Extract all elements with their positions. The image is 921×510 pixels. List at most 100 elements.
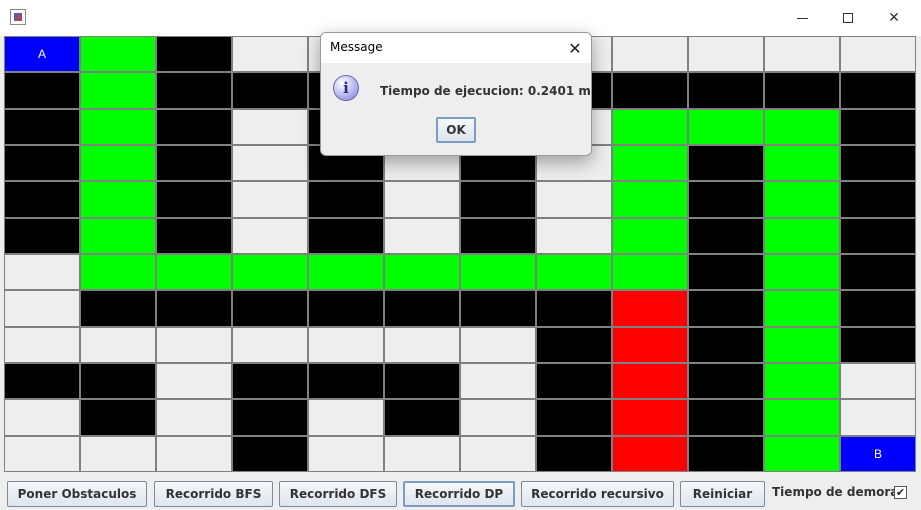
grid-cell[interactable] [384, 217, 460, 254]
grid-cell[interactable] [612, 72, 688, 109]
grid-cell[interactable] [80, 362, 156, 400]
grid-cell[interactable] [156, 253, 232, 291]
grid-cell[interactable] [612, 435, 688, 472]
grid-cell[interactable] [688, 253, 764, 291]
grid-cell[interactable] [384, 290, 460, 327]
grid-cell[interactable] [384, 326, 460, 363]
grid-cell[interactable] [764, 290, 840, 327]
grid-cell[interactable] [764, 435, 840, 472]
grid-cell[interactable] [384, 399, 460, 436]
grid-cell[interactable] [156, 144, 232, 182]
grid-cell[interactable] [612, 362, 688, 400]
grid-cell[interactable] [4, 435, 80, 472]
grid-cell[interactable] [612, 144, 688, 182]
grid-cell[interactable] [764, 144, 840, 182]
grid-cell[interactable] [764, 399, 840, 436]
grid-cell[interactable] [840, 253, 916, 291]
grid-cell[interactable] [80, 72, 156, 109]
grid-cell[interactable] [460, 181, 536, 218]
grid-cell[interactable] [156, 108, 232, 145]
grid-cell[interactable] [460, 435, 536, 472]
grid-cell[interactable] [840, 144, 916, 182]
grid-cell[interactable] [4, 72, 80, 109]
grid-cell[interactable] [764, 253, 840, 291]
grid-cell[interactable] [232, 253, 308, 291]
grid-cell[interactable] [612, 217, 688, 254]
grid-cell[interactable] [308, 399, 384, 436]
grid-cell[interactable] [308, 326, 384, 363]
grid-cell[interactable] [232, 435, 308, 472]
grid-cell[interactable] [308, 290, 384, 327]
dp-button[interactable]: Recorrido DP [403, 481, 515, 507]
cell-b-marker[interactable]: B [840, 435, 916, 472]
grid-cell[interactable] [612, 253, 688, 291]
grid-cell[interactable] [612, 399, 688, 436]
grid-cell[interactable] [4, 217, 80, 254]
grid-cell[interactable] [232, 181, 308, 218]
grid-cell[interactable] [4, 253, 80, 291]
grid-cell[interactable] [840, 72, 916, 109]
grid-cell[interactable] [308, 253, 384, 291]
grid-cell[interactable] [688, 36, 764, 73]
grid-cell[interactable] [460, 362, 536, 400]
grid-cell[interactable] [764, 217, 840, 254]
grid-cell[interactable] [156, 362, 232, 400]
grid-cell[interactable] [536, 181, 612, 218]
grid-cell[interactable] [4, 290, 80, 327]
grid-cell[interactable] [4, 362, 80, 400]
grid-cell[interactable] [460, 290, 536, 327]
grid-cell[interactable] [612, 36, 688, 73]
grid-cell[interactable] [764, 181, 840, 218]
grid-cell[interactable] [840, 326, 916, 363]
grid-cell[interactable] [688, 326, 764, 363]
grid-cell[interactable] [156, 181, 232, 218]
grid-cell[interactable] [536, 290, 612, 327]
grid-cell[interactable] [80, 253, 156, 291]
grid-cell[interactable] [840, 36, 916, 73]
grid-cell[interactable] [4, 144, 80, 182]
grid-cell[interactable] [764, 36, 840, 73]
grid-cell[interactable] [308, 435, 384, 472]
grid-cell[interactable] [764, 108, 840, 145]
cell-a-marker[interactable]: A [4, 36, 80, 73]
grid-cell[interactable] [232, 362, 308, 400]
place-obstacles-button[interactable]: Poner Obstaculos [7, 481, 147, 507]
grid-cell[interactable] [612, 290, 688, 327]
grid-cell[interactable] [80, 144, 156, 182]
grid-cell[interactable] [232, 108, 308, 145]
grid-cell[interactable] [460, 326, 536, 363]
grid-cell[interactable] [80, 36, 156, 73]
grid-cell[interactable] [764, 326, 840, 363]
grid-cell[interactable] [612, 108, 688, 145]
delay-checkbox[interactable]: ✔ [894, 486, 907, 499]
grid-cell[interactable] [688, 217, 764, 254]
dfs-button[interactable]: Recorrido DFS [279, 481, 397, 507]
grid-cell[interactable] [460, 399, 536, 436]
grid-cell[interactable] [840, 217, 916, 254]
grid-cell[interactable] [384, 253, 460, 291]
grid-cell[interactable] [80, 217, 156, 254]
grid-cell[interactable] [384, 435, 460, 472]
grid-cell[interactable] [232, 217, 308, 254]
grid-cell[interactable] [308, 217, 384, 254]
grid-cell[interactable] [840, 362, 916, 400]
grid-cell[interactable] [232, 144, 308, 182]
grid-cell[interactable] [80, 181, 156, 218]
grid-cell[interactable] [840, 399, 916, 436]
dialog-close-button[interactable]: ✕ [563, 36, 587, 60]
grid-cell[interactable] [232, 290, 308, 327]
grid-cell[interactable] [156, 435, 232, 472]
grid-cell[interactable] [156, 72, 232, 109]
grid-cell[interactable] [4, 326, 80, 363]
grid-cell[interactable] [536, 253, 612, 291]
grid-cell[interactable] [536, 435, 612, 472]
grid-cell[interactable] [156, 36, 232, 73]
grid-cell[interactable] [764, 72, 840, 109]
grid-cell[interactable] [156, 326, 232, 363]
recursive-button[interactable]: Recorrido recursivo [521, 481, 674, 507]
grid-cell[interactable] [536, 326, 612, 363]
grid-cell[interactable] [80, 108, 156, 145]
close-window-button[interactable]: ✕ [871, 0, 917, 36]
grid-cell[interactable] [688, 108, 764, 145]
grid-cell[interactable] [536, 399, 612, 436]
